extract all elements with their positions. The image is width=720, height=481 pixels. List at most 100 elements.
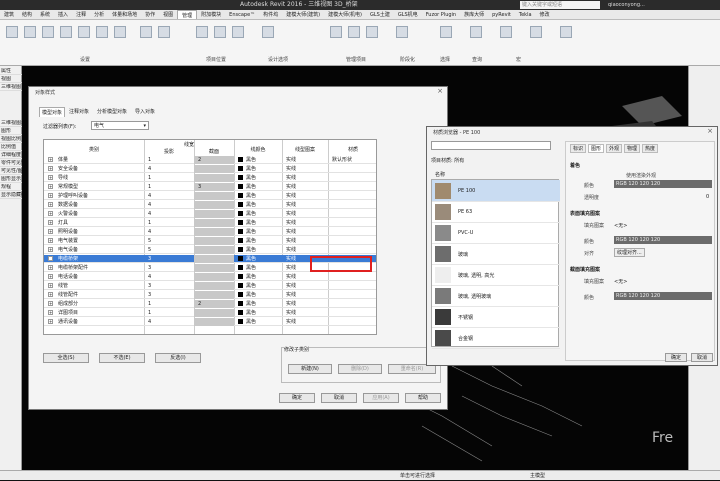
tab-appearance[interactable]: 外观 <box>606 144 623 153</box>
cut-weight-cell[interactable] <box>194 219 234 227</box>
color-swatch[interactable] <box>238 319 243 324</box>
expand-icon[interactable]: + <box>48 157 53 162</box>
material-item[interactable]: PE 63 <box>432 201 560 223</box>
design-options-icon[interactable] <box>262 26 274 38</box>
table-row[interactable]: + 安全设备 4 黑色 实线 <box>44 165 376 173</box>
expand-icon[interactable]: + <box>48 166 53 171</box>
select-none-button[interactable]: 不选(E) <box>99 353 145 363</box>
line-color[interactable]: 黑色 <box>246 318 256 326</box>
projection-weight[interactable]: 4 <box>148 201 151 209</box>
delete-subcategory-button[interactable]: 删除(D) <box>338 364 382 374</box>
materials-icon[interactable] <box>6 26 18 38</box>
projection-weight[interactable]: 1 <box>148 219 151 227</box>
apply-button[interactable]: 应用(A) <box>363 393 399 403</box>
line-pattern[interactable]: 实线 <box>286 264 296 272</box>
expand-icon[interactable]: + <box>48 283 53 288</box>
expand-icon[interactable]: + <box>48 238 53 243</box>
manage-links-icon[interactable] <box>330 26 342 38</box>
panel-row[interactable]: 可见性/图形 <box>0 168 22 175</box>
expand-icon[interactable]: + <box>48 220 53 225</box>
expand-icon[interactable]: + <box>48 274 53 279</box>
ribbon-tab[interactable]: 建模大师(建筑) <box>282 10 324 19</box>
projection-weight[interactable]: 4 <box>148 210 151 218</box>
table-row[interactable]: + 体量 1 2 黑色 实线 默认形状 <box>44 156 376 164</box>
line-pattern[interactable]: 实线 <box>286 318 296 326</box>
line-pattern[interactable]: 实线 <box>286 273 296 281</box>
cut-weight-cell[interactable] <box>194 282 234 290</box>
search-input[interactable]: 键入关键字或短语 <box>520 1 600 9</box>
material-item[interactable]: 玻璃, 透明, 高光 <box>432 264 560 286</box>
table-row[interactable]: + 电气装置 5 黑色 实线 <box>44 237 376 245</box>
expand-icon[interactable]: + <box>48 256 53 261</box>
ribbon-tab[interactable]: 体量和场地 <box>108 10 141 19</box>
ribbon-tab[interactable]: 注释 <box>72 10 90 19</box>
mep-settings-icon[interactable] <box>140 26 152 38</box>
projection-weight[interactable]: 1 <box>148 300 151 308</box>
ribbon-tab[interactable]: Enscape™ <box>225 10 259 19</box>
cut-weight-cell[interactable] <box>194 264 234 272</box>
line-color[interactable]: 黑色 <box>246 156 256 164</box>
material-item[interactable]: PE 100 <box>432 180 560 202</box>
ribbon-tab-manage[interactable]: 管理 <box>177 10 198 19</box>
projection-weight[interactable]: 5 <box>148 237 151 245</box>
texture-align-button[interactable]: 纹理对齐... <box>614 248 645 257</box>
cut-weight-cell[interactable] <box>194 255 234 263</box>
tab-thermal[interactable]: 热度 <box>642 144 659 153</box>
table-row[interactable]: + 组成部分 1 2 黑色 实线 <box>44 300 376 308</box>
color-swatch[interactable] <box>238 265 243 270</box>
cut-weight-cell[interactable] <box>194 201 234 209</box>
line-color[interactable]: 黑色 <box>246 264 256 272</box>
color-swatch[interactable] <box>238 184 243 189</box>
user-name[interactable]: qiaoconyong... <box>608 0 645 10</box>
line-color[interactable]: 黑色 <box>246 192 256 200</box>
line-color[interactable]: 黑色 <box>246 219 256 227</box>
ribbon-tab[interactable]: 族库大师 <box>460 10 488 19</box>
table-row[interactable]: + 照明设备 4 黑色 实线 <box>44 228 376 236</box>
ribbon-tab[interactable]: 插入 <box>54 10 72 19</box>
help-button[interactable]: 帮助 <box>405 393 441 403</box>
surface-pattern-value[interactable]: <无> <box>614 222 627 229</box>
ribbon-tab[interactable]: 建模大师(机电) <box>324 10 366 19</box>
panel-row[interactable]: 详细程度 <box>0 152 22 159</box>
ribbon-tab[interactable]: 视图 <box>159 10 177 19</box>
ribbon-tab[interactable]: Tekla <box>515 10 536 19</box>
expand-icon[interactable]: + <box>48 202 53 207</box>
cut-weight-cell[interactable] <box>194 318 234 326</box>
cut-weight-cell[interactable] <box>194 192 234 200</box>
color-swatch[interactable] <box>238 274 243 279</box>
select-icon[interactable] <box>440 26 452 38</box>
color-swatch[interactable] <box>238 220 243 225</box>
projection-weight[interactable]: 1 <box>148 174 151 182</box>
cut-weight-cell[interactable] <box>194 237 234 245</box>
line-color[interactable]: 黑色 <box>246 165 256 173</box>
project-params-icon[interactable] <box>78 26 90 38</box>
color-swatch[interactable] <box>238 247 243 252</box>
ribbon-tab[interactable]: 附加模块 <box>197 10 225 19</box>
color-swatch[interactable] <box>238 283 243 288</box>
table-row[interactable]: + 电话设备 4 黑色 实线 <box>44 273 376 281</box>
manage-images-icon[interactable] <box>348 26 360 38</box>
line-color[interactable]: 黑色 <box>246 309 256 317</box>
cancel-button[interactable]: 取消 <box>321 393 357 403</box>
tab-physical[interactable]: 物理 <box>624 144 641 153</box>
line-color[interactable]: 黑色 <box>246 255 256 263</box>
section-shading[interactable]: 着色 <box>570 162 580 169</box>
material-search-input[interactable] <box>431 141 551 150</box>
color-swatch[interactable] <box>238 166 243 171</box>
cut-pattern-value[interactable]: <无> <box>614 278 627 285</box>
projection-weight[interactable]: 4 <box>148 165 151 173</box>
close-icon[interactable]: × <box>707 127 713 135</box>
color-swatch[interactable] <box>238 256 243 261</box>
surface-color-field[interactable]: RGB 120 120 120 <box>614 236 712 244</box>
cut-weight-cell[interactable] <box>194 165 234 173</box>
shared-params-icon[interactable] <box>96 26 108 38</box>
project-materials-filter[interactable]: 项目材质: 所有 <box>431 157 501 165</box>
projection-weight[interactable]: 1 <box>148 309 151 317</box>
material-item[interactable]: 合金钢 <box>432 327 560 349</box>
panel-row[interactable]: 三维视图: 3D <box>0 120 22 127</box>
expand-icon[interactable]: + <box>48 229 53 234</box>
line-pattern[interactable]: 实线 <box>286 300 296 308</box>
cut-weight-cell[interactable] <box>194 309 234 317</box>
ribbon-tab[interactable]: GLS机电 <box>394 10 422 19</box>
close-icon[interactable]: × <box>437 87 443 95</box>
